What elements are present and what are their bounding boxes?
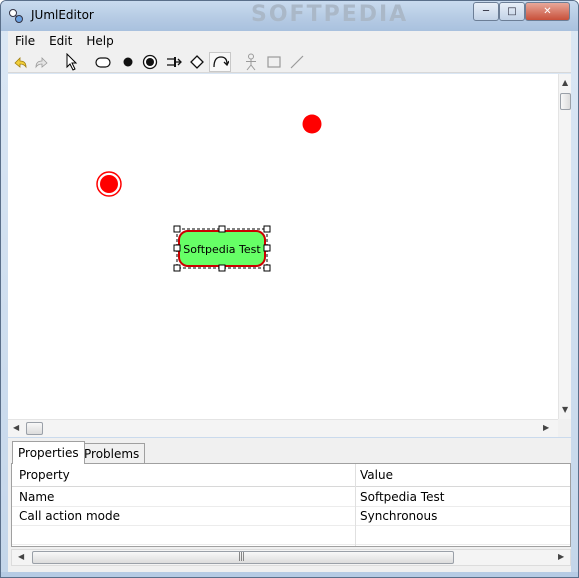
maximize-button[interactable]: □ [499,2,525,21]
decision-button[interactable] [187,52,207,72]
diagram-canvas[interactable]: Softpedia Test [8,74,558,419]
resize-handle[interactable] [218,264,226,272]
resize-handle[interactable] [263,225,271,233]
final-state-icon [142,54,158,70]
maximize-icon: □ [507,6,517,17]
properties-horizontal-scrollbar[interactable]: ◀ ||| ▶ [11,549,571,566]
initial-state-icon [123,57,133,67]
canvas-horizontal-scrollbar[interactable]: ◀ ▶ [8,419,558,437]
actor-icon [246,53,256,71]
app-icon [9,9,23,23]
transition-button[interactable] [209,52,231,72]
minimize-icon: ─ [482,6,490,17]
action-node-label: Softpedia Test [183,243,261,256]
resize-handle[interactable] [263,264,271,272]
properties-panel: Properties Problems Property Value Name … [8,438,571,572]
table-header: Property Value [12,464,570,487]
action-node[interactable]: Softpedia Test [173,225,271,272]
scroll-grip-icon: ||| [238,552,245,562]
table-row[interactable]: Name Softpedia Test [12,488,570,507]
menu-help[interactable]: Help [79,34,120,48]
table-row[interactable]: Call action mode Synchronous [12,507,570,526]
undo-button[interactable] [10,52,30,72]
transition-icon [213,56,229,68]
property-value-cell[interactable]: Synchronous [360,509,437,523]
line-button[interactable] [287,52,307,72]
scrollbar-corner [558,419,571,437]
rectangle-icon [267,56,281,68]
scroll-right-icon[interactable]: ▶ [558,552,564,561]
action-state-icon [95,57,111,68]
line-icon [290,55,304,69]
scroll-left-icon[interactable]: ◀ [18,552,24,561]
resize-handle[interactable] [218,225,226,233]
property-name-cell: Name [19,490,55,504]
decision-icon [190,55,204,69]
property-name-cell: Call action mode [19,509,120,523]
resize-handle[interactable] [263,244,271,252]
diagram-svg: Softpedia Test [96,114,322,272]
select-pointer-icon [66,53,78,71]
initial-state-button[interactable] [118,52,138,72]
tab-problems[interactable]: Problems [78,443,146,463]
final-state-button[interactable] [140,52,160,72]
initial-node[interactable] [302,114,322,134]
minimize-button[interactable]: ─ [473,2,499,21]
resize-handle[interactable] [173,244,181,252]
canvas-vertical-scrollbar[interactable]: ▲ ▼ [558,74,571,419]
tab-problems-label: Problems [84,446,140,461]
table-row-empty [12,526,570,545]
close-icon: ✕ [543,6,552,17]
actor-button[interactable] [241,52,261,72]
close-button[interactable]: ✕ [525,2,570,21]
vertical-scroll-thumb[interactable] [560,93,571,110]
action-state-button[interactable] [93,52,113,72]
horizontal-scroll-thumb[interactable] [26,422,43,435]
column-header-property[interactable]: Property [19,468,70,482]
scroll-left-icon[interactable]: ◀ [13,423,19,432]
properties-scroll-thumb[interactable]: ||| [32,551,454,564]
fork-join-icon [167,57,182,67]
fork-join-button[interactable] [164,52,184,72]
softpedia-watermark: SOFTPEDIA [251,2,409,27]
title-bar[interactable]: JUmlEditor SOFTPEDIA ─ □ ✕ [1,1,578,31]
properties-table: Property Value Name Softpedia Test Call … [11,463,571,547]
rectangle-button[interactable] [264,52,284,72]
property-value-cell[interactable]: Softpedia Test [360,490,444,504]
toolbar [8,50,571,73]
menu-bar: File Edit Help [8,31,571,50]
scroll-down-icon[interactable]: ▼ [562,405,568,414]
tab-properties-label: Properties [18,446,79,460]
scroll-right-icon[interactable]: ▶ [543,423,549,432]
window-title: JUmlEditor [31,8,94,22]
menu-file[interactable]: File [8,34,42,48]
redo-icon [35,57,48,69]
window-frame-bottom [1,572,578,577]
redo-button[interactable] [32,52,52,72]
app-window: JUmlEditor SOFTPEDIA ─ □ ✕ File Edit Hel… [0,0,579,578]
tab-properties[interactable]: Properties [12,441,85,464]
column-divider[interactable] [355,464,356,546]
undo-icon [14,57,27,69]
resize-handle[interactable] [173,264,181,272]
final-node[interactable] [96,171,122,197]
scroll-up-icon[interactable]: ▲ [562,78,568,87]
resize-handle[interactable] [173,225,181,233]
menu-edit[interactable]: Edit [42,34,79,48]
column-header-value[interactable]: Value [360,468,393,482]
select-pointer-button[interactable] [62,52,82,72]
